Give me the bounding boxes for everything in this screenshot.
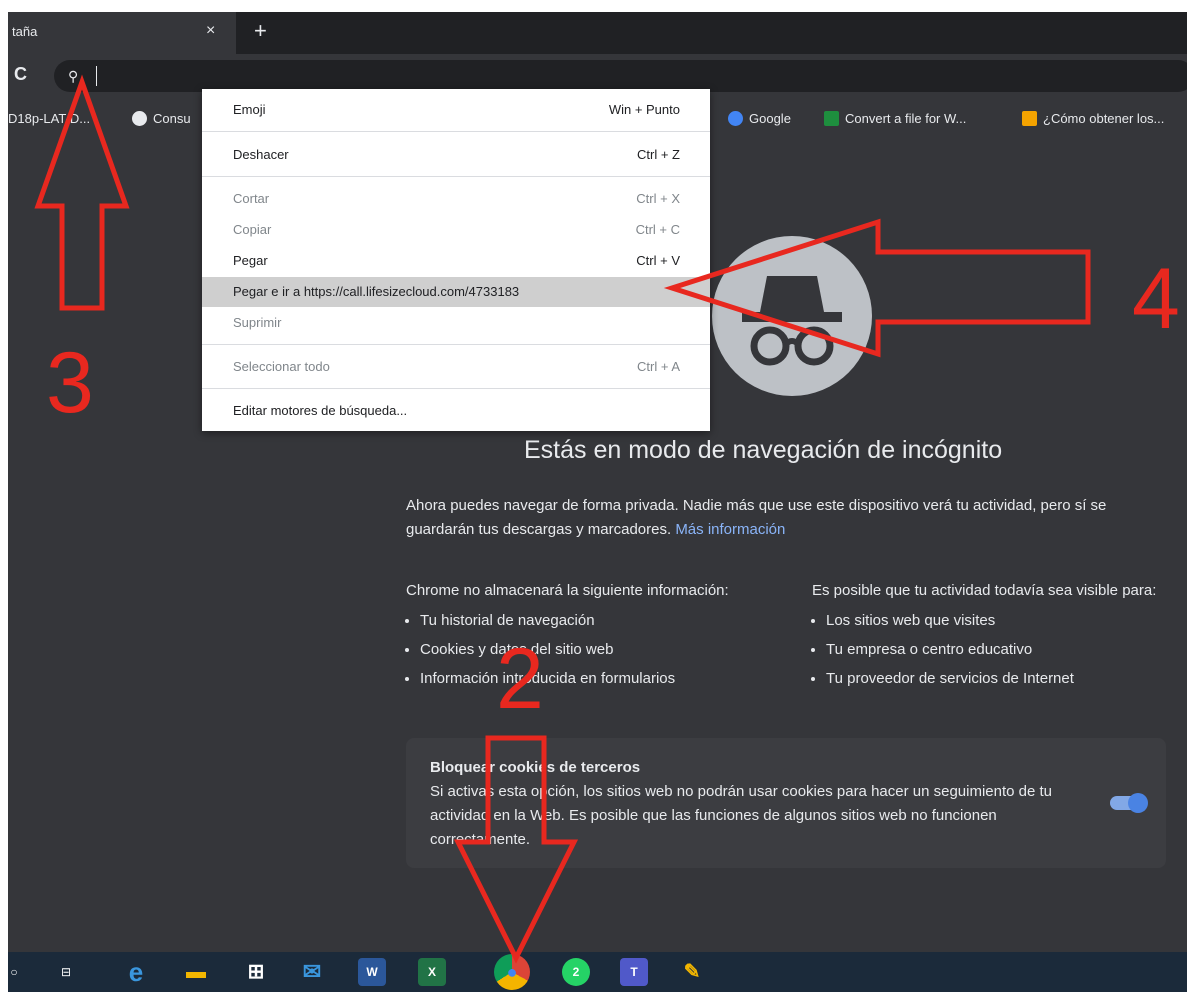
task-view-icon[interactable]: ⊟ — [52, 958, 80, 986]
tab-strip: taña × + — [8, 12, 1187, 54]
store-icon[interactable]: ⊞ — [242, 958, 270, 986]
menu-item-shortcut: Ctrl + C — [635, 222, 680, 237]
tab-active[interactable]: taña × — [8, 12, 236, 54]
menu-item-shortcut: Win + Punto — [608, 102, 680, 117]
menu-item-label: Seleccionar todo — [233, 359, 330, 374]
edge-icon[interactable]: e — [122, 958, 150, 986]
bookmark-item[interactable]: Convert a file for W... — [824, 111, 966, 126]
not-saved-heading: Chrome no almacenará la siguiente inform… — [406, 582, 729, 599]
menu-item-select-all[interactable]: Seleccionar todo Ctrl + A — [202, 352, 710, 382]
menu-item-cut[interactable]: Cortar Ctrl + X — [202, 184, 710, 214]
menu-item-shortcut: Ctrl + X — [636, 191, 680, 206]
paint-icon[interactable]: ✎ — [678, 958, 706, 986]
intro-text: Ahora puedes navegar de forma privada. N… — [406, 494, 1176, 542]
menu-separator — [202, 131, 710, 132]
menu-separator — [202, 176, 710, 177]
address-bar[interactable]: ⚲ — [54, 60, 1187, 92]
google-icon — [728, 111, 743, 126]
bookmark-label: Consu — [153, 111, 191, 126]
menu-item-label: Deshacer — [233, 147, 289, 162]
cookie-control-card: Bloquear cookies de terceros Si activas … — [406, 738, 1166, 868]
whatsapp-icon[interactable]: 2 — [562, 958, 590, 986]
word-icon[interactable]: W — [358, 958, 386, 986]
visible-to-heading: Es posible que tu actividad todavía sea … — [812, 582, 1157, 599]
menu-item-edit-search-engines[interactable]: Editar motores de búsqueda... — [202, 396, 710, 426]
list-item: Tu proveedor de servicios de Internet — [826, 667, 1182, 691]
menu-item-label: Cortar — [233, 191, 270, 206]
menu-item-emoji[interactable]: Emoji Win + Punto — [202, 95, 710, 125]
tab-title: taña — [12, 24, 38, 39]
text-caret — [96, 66, 97, 86]
bookmark-item[interactable]: ¿Cómo obtener los... — [1022, 111, 1164, 126]
menu-item-label: Editar motores de búsqueda... — [233, 403, 408, 418]
bookmark-item[interactable]: Consu — [132, 111, 191, 126]
menu-item-paste-and-go[interactable]: Pegar e ir a https://call.lifesizecloud.… — [202, 277, 710, 307]
convert-icon — [824, 111, 839, 126]
page-title: Estás en modo de navegación de incógnito — [524, 436, 1003, 464]
menu-item-shortcut: Ctrl + Z — [637, 147, 680, 162]
menu-item-copy[interactable]: Copiar Ctrl + C — [202, 215, 710, 245]
tab-close-icon[interactable]: × — [206, 22, 215, 40]
toggle-knob — [1128, 793, 1148, 813]
mail-icon[interactable]: ✉ — [298, 958, 326, 986]
menu-item-label: Suprimir — [233, 315, 282, 330]
bookmark-label: D18p-LAT-D... — [8, 111, 91, 126]
list-item: Cookies y datos del sitio web — [420, 638, 766, 662]
bookmark-label: Convert a file for W... — [845, 111, 967, 126]
bookmark-label: ¿Cómo obtener los... — [1043, 111, 1165, 126]
menu-separator — [202, 388, 710, 389]
not-saved-column: Chrome no almacenará la siguiente inform… — [406, 579, 766, 696]
menu-item-undo[interactable]: Deshacer Ctrl + Z — [202, 140, 710, 170]
list-item: Información introducida en formularios — [420, 667, 766, 691]
menu-item-shortcut: Ctrl + A — [637, 359, 680, 374]
file-explorer-icon[interactable]: ▬ — [182, 958, 210, 986]
context-menu: Emoji Win + Punto Deshacer Ctrl + Z Cort… — [202, 89, 710, 431]
chrome-icon[interactable]: ● — [494, 954, 530, 990]
bookmark-item[interactable]: D18p-LAT-D... — [8, 111, 90, 126]
bookmark-label: Google — [749, 111, 791, 126]
new-tab-icon[interactable]: + — [254, 18, 267, 44]
taskbar-search-icon[interactable]: ○ — [8, 958, 28, 986]
stackoverflow-icon — [1022, 111, 1037, 126]
cookie-title: Bloquear cookies de terceros — [430, 759, 641, 776]
menu-item-shortcut: Ctrl + V — [636, 253, 680, 268]
cookie-text-block: Bloquear cookies de terceros Si activas … — [430, 756, 1080, 852]
excel-icon[interactable]: X — [418, 958, 446, 986]
cookie-toggle[interactable] — [1110, 793, 1148, 813]
taskbar: ○ ⊟ e ▬ ⊞ ✉ W X ● 2 T ✎ — [8, 952, 1187, 992]
menu-item-paste[interactable]: Pegar Ctrl + V — [202, 246, 710, 276]
visible-to-column: Es posible que tu actividad todavía sea … — [812, 579, 1182, 696]
bookmark-item[interactable]: Google — [728, 111, 791, 126]
cookie-description: Si activas esta opción, los sitios web n… — [430, 783, 1053, 848]
list-item: Tu empresa o centro educativo — [826, 638, 1182, 662]
list-item: Los sitios web que visites — [826, 609, 1182, 633]
menu-separator — [202, 344, 710, 345]
menu-item-label: Emoji — [233, 102, 266, 117]
menu-item-delete[interactable]: Suprimir — [202, 308, 710, 338]
menu-item-label: Pegar e ir a https://call.lifesizecloud.… — [233, 284, 520, 299]
more-info-link[interactable]: Más información — [675, 521, 785, 538]
reload-icon[interactable]: C — [14, 64, 27, 85]
search-icon: ⚲ — [68, 68, 79, 84]
teams-icon[interactable]: T — [620, 958, 648, 986]
list-item: Tu historial de navegación — [420, 609, 766, 633]
menu-item-label: Pegar — [233, 253, 268, 268]
incognito-icon — [712, 236, 872, 396]
menu-item-label: Copiar — [233, 222, 272, 237]
globe-icon — [132, 111, 147, 126]
